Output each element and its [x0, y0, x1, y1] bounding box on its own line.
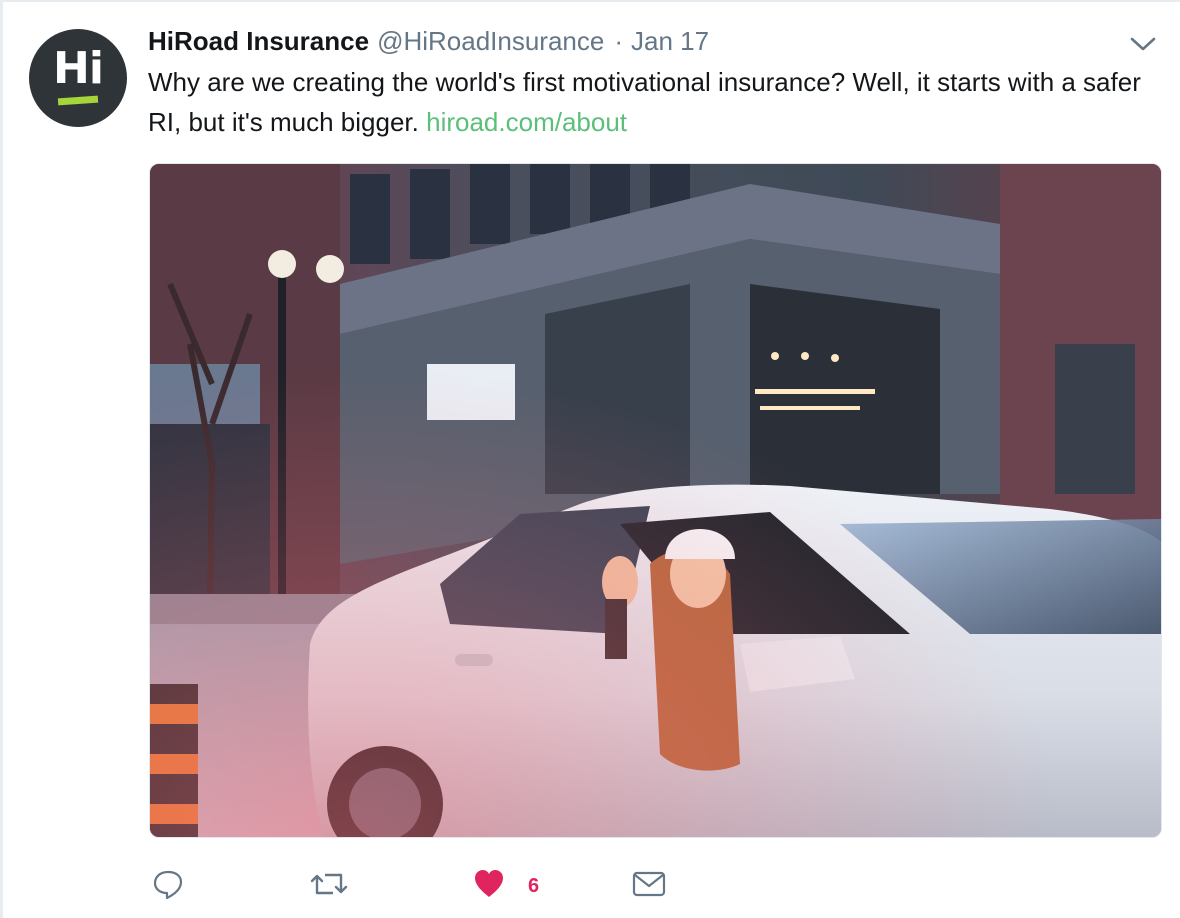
user-handle[interactable]: @HiRoadInsurance	[377, 26, 604, 57]
header-separator: ·	[614, 26, 624, 56]
reply-button[interactable]	[151, 867, 185, 906]
avatar-logo-bar	[57, 95, 99, 105]
like-button[interactable]: 6	[472, 867, 539, 906]
chevron-down-icon[interactable]	[1127, 32, 1159, 54]
display-name[interactable]: HiRoad Insurance	[148, 26, 369, 57]
reply-icon	[151, 867, 185, 906]
envelope-icon	[632, 869, 666, 904]
tweet-card[interactable]: Hi HiRoad Insurance @HiRoadInsurance · J…	[0, 0, 1180, 918]
tweet-photo[interactable]	[149, 163, 1162, 838]
tweet-body: Why are we creating the world's first mo…	[148, 67, 1141, 137]
tweet-date[interactable]: Jan 17	[631, 26, 709, 57]
tweet-actions: 6	[3, 864, 1180, 904]
avatar-logo-text: Hi	[53, 42, 104, 94]
tweet-text: Why are we creating the world's first mo…	[148, 62, 1168, 142]
tweet-link[interactable]: hiroad.com/about	[426, 107, 627, 137]
retweet-icon	[309, 867, 349, 906]
like-count: 6	[528, 875, 540, 897]
retweet-button[interactable]	[309, 867, 349, 906]
tweet-header: HiRoad Insurance @HiRoadInsurance · Jan …	[148, 26, 709, 60]
street-car-photo	[150, 164, 1161, 837]
avatar[interactable]: Hi	[29, 29, 127, 127]
heart-icon	[472, 867, 506, 906]
direct-message-button[interactable]	[632, 869, 666, 904]
